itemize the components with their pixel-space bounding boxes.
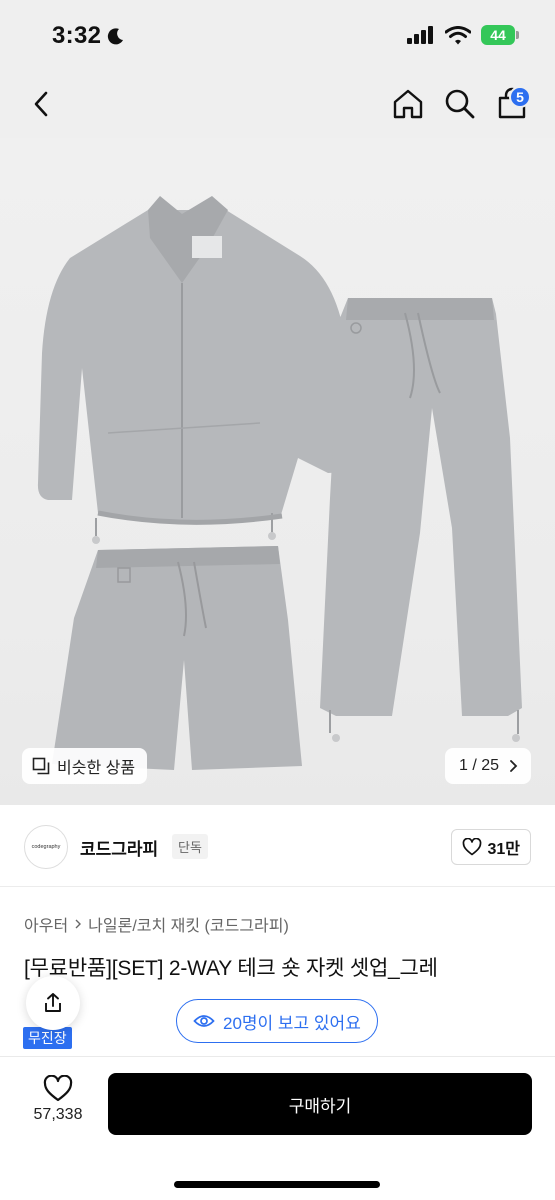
bottom-purchase-bar: 57,338 구매하기 — [0, 1056, 555, 1200]
similar-products-label: 비슷한 상품 — [57, 760, 136, 777]
chevron-right-icon — [510, 760, 518, 772]
battery-tip — [516, 31, 519, 39]
breadcrumb-parent[interactable]: 아우터 — [24, 912, 68, 936]
status-bar: 3:32 44 — [0, 0, 555, 72]
battery-icon: 44 — [481, 25, 519, 45]
share-button[interactable] — [26, 976, 80, 1030]
home-indicator — [174, 1181, 380, 1188]
search-icon[interactable] — [442, 86, 478, 122]
brand-logo[interactable]: codegraphy — [24, 825, 68, 869]
pants-illustration — [320, 298, 522, 742]
signal-icon — [407, 26, 433, 44]
top-nav-bar — [0, 72, 555, 138]
home-icon[interactable] — [390, 86, 426, 122]
brand-like-count: 31만 — [487, 841, 520, 858]
breadcrumb-child[interactable]: 나일론/코치 재킷 (코드그라피) — [88, 912, 289, 936]
similar-items-icon — [32, 757, 50, 775]
moon-icon — [108, 28, 124, 45]
share-icon — [45, 993, 61, 1012]
page-indicator-text: 1 / 25 — [458, 757, 499, 774]
brand-name[interactable]: 코드그라피 — [80, 835, 158, 860]
chevron-right-icon — [75, 919, 82, 929]
wishlist-count: 57,338 — [33, 1106, 83, 1123]
heart-icon — [463, 838, 482, 856]
status-indicators: 44 — [407, 25, 519, 45]
viewers-count-pill: 20명이 보고 있어요 — [176, 999, 378, 1043]
category-breadcrumb: 아우터 나일론/코치 재킷 (코드그라피) — [24, 912, 289, 936]
jacket-illustration — [37, 196, 351, 544]
brand-like-button[interactable]: 31만 — [451, 829, 531, 865]
viewers-count-text: 20명이 보고 있어요 — [223, 1013, 361, 1033]
eye-icon — [193, 1015, 215, 1027]
wishlist-button[interactable]: 57,338 — [22, 1075, 94, 1145]
buy-button[interactable]: 구매하기 — [108, 1073, 532, 1135]
product-image[interactable] — [0, 138, 555, 805]
similar-products-button[interactable]: 비슷한 상품 — [22, 748, 148, 784]
battery-level: 44 — [481, 25, 515, 45]
product-photo — [37, 196, 522, 770]
heart-icon — [43, 1075, 73, 1102]
status-time: 3:32 — [52, 22, 125, 50]
brand-logo-text: codegraphy — [31, 844, 61, 850]
brand-row: codegraphy 코드그라피 단독 31만 — [0, 805, 555, 887]
mujinjang-badge: 무진장 — [23, 1027, 72, 1049]
image-page-indicator[interactable]: 1 / 25 — [444, 748, 531, 784]
clock-text: 3:32 — [52, 22, 102, 49]
cart-count-badge: 5 — [509, 86, 531, 108]
back-arrow-icon[interactable] — [26, 88, 58, 120]
shorts-illustration — [52, 546, 302, 770]
wifi-icon — [445, 25, 471, 44]
exclusive-tag: 단독 — [172, 834, 208, 859]
product-title: [무료반품][SET] 2-WAY 테크 숏 자켓 셋업_그레 — [24, 957, 438, 980]
